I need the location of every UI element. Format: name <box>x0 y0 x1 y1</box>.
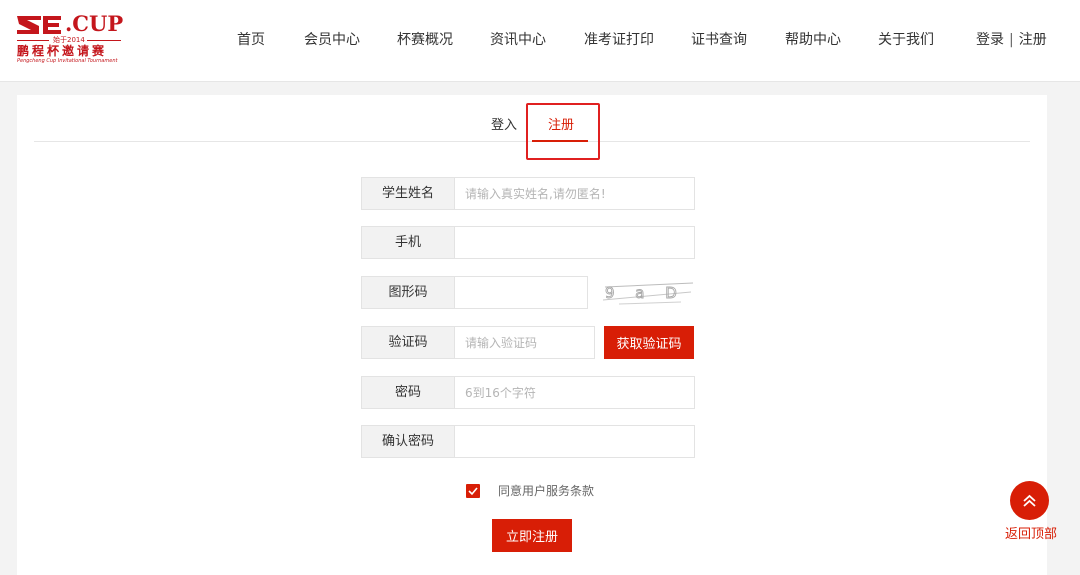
nav-admission-print[interactable]: 准考证打印 <box>584 30 654 50</box>
captcha-image[interactable]: 9 a D D <box>599 278 697 308</box>
student-name-input[interactable] <box>454 177 695 210</box>
phone-label: 手机 <box>361 226 455 259</box>
confirm-password-label: 确认密码 <box>361 425 455 458</box>
register-submit-button[interactable]: 立即注册 <box>492 519 572 552</box>
captcha-input[interactable] <box>454 276 588 309</box>
logo-en-name: Pengcheng Cup Invitational Tournament <box>17 58 118 64</box>
header-login-link[interactable]: 登录 <box>976 32 1004 48</box>
nav-about-us[interactable]: 关于我们 <box>878 30 934 50</box>
header-register-link[interactable]: 注册 <box>1019 32 1047 48</box>
back-to-top-button[interactable] <box>1010 481 1049 520</box>
tab-login[interactable]: 登入 <box>491 117 517 135</box>
auth-separator: | <box>1009 32 1014 48</box>
password-input[interactable] <box>454 376 695 409</box>
checkmark-icon <box>468 487 478 496</box>
nav-news-center[interactable]: 资讯中心 <box>490 30 546 50</box>
back-to-top-label[interactable]: 返回顶部 <box>1005 526 1057 544</box>
nav-cup-overview[interactable]: 杯赛概况 <box>397 30 453 50</box>
nav-member-center[interactable]: 会员中心 <box>304 30 360 50</box>
agree-terms-text[interactable]: 同意用户服务条款 <box>498 482 594 500</box>
confirm-password-input[interactable] <box>454 425 695 458</box>
site-header: .CUP 始于2014 鹏程杯邀请赛 Pengcheng Cup Invitat… <box>0 0 1080 82</box>
main-nav: 首页 会员中心 杯赛概况 资讯中心 准考证打印 证书查询 帮助中心 关于我们 登… <box>0 30 1080 50</box>
register-panel: 登入 注册 学生姓名 手机 图形码 9 a D D 验证码 获取验证码 密码 <box>17 95 1047 575</box>
nav-home[interactable]: 首页 <box>237 30 265 50</box>
agree-checkbox[interactable] <box>466 484 480 498</box>
sms-code-input[interactable] <box>454 326 595 359</box>
captcha-text: 9 a D D <box>605 284 697 302</box>
nav-help-center[interactable]: 帮助中心 <box>785 30 841 50</box>
tab-highlight-box <box>526 103 600 160</box>
nav-certificate-query[interactable]: 证书查询 <box>691 30 747 50</box>
get-sms-code-button[interactable]: 获取验证码 <box>604 326 694 359</box>
captcha-label: 图形码 <box>361 276 455 309</box>
student-name-label: 学生姓名 <box>361 177 455 210</box>
double-chevron-up-icon <box>1023 494 1036 507</box>
phone-input[interactable] <box>454 226 695 259</box>
auth-links: 登录 | 注册 <box>976 30 1047 50</box>
sms-code-label: 验证码 <box>361 326 455 359</box>
password-label: 密码 <box>361 376 455 409</box>
